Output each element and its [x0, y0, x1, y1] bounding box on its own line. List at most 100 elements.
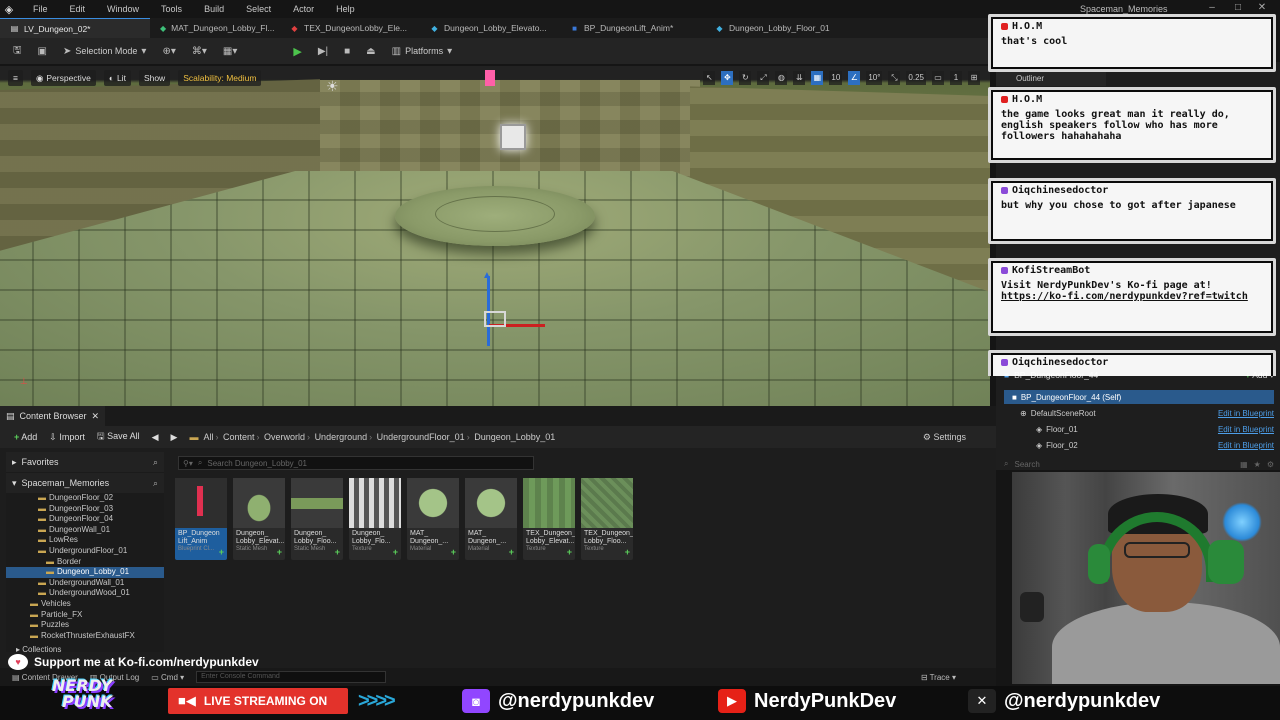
component-row-floor-01[interactable]: ◈ Floor_01 Edit in Blueprint — [1004, 422, 1274, 436]
asset-tile[interactable]: TEX_Dungeon_ Lobby_Floo... Texture + — [581, 478, 633, 560]
trace-button[interactable]: ⊟ Trace ▾ — [921, 673, 956, 682]
point-light-icon[interactable] — [500, 124, 526, 150]
save-current-button[interactable]: 🖫 — [8, 42, 27, 60]
back-button[interactable]: ◀ — [152, 432, 159, 443]
menu-select[interactable]: Select — [231, 4, 278, 14]
rotation-snap-value[interactable]: 10° — [866, 71, 883, 85]
asset-tile[interactable]: BP_Dungeon Lift_Anim Blueprint Cl... + — [175, 478, 227, 560]
tab-texture[interactable]: ◆ TEX_DungeonLobby_Ele... — [280, 18, 420, 38]
show-button[interactable]: Show — [138, 70, 171, 86]
asset-tile[interactable]: Dungeon_ Lobby_Elevat... Static Mesh + — [233, 478, 285, 560]
asset-tile[interactable]: MAT_ Dungeon_... Material + — [407, 478, 459, 560]
console-command-input[interactable]: Enter Console Command — [196, 671, 387, 683]
scale-tool-icon[interactable]: ⤢ — [757, 71, 770, 85]
breadcrumb-item[interactable]: Dungeon_Lobby_01 — [474, 432, 555, 442]
import-button[interactable]: ⇩ Import — [49, 432, 85, 443]
menu-window[interactable]: Window — [92, 4, 146, 14]
menu-actor[interactable]: Actor — [278, 4, 321, 14]
rotate-tool-icon[interactable]: ↻ — [739, 71, 752, 85]
filter-icon[interactable]: ⚲▾ — [183, 459, 193, 468]
step-button[interactable]: ▶| — [313, 42, 333, 60]
tree-folder-item[interactable]: ▬ UndergroundWood_01 — [6, 588, 164, 599]
favorites-header[interactable]: ▸ Favorites ⌕ — [6, 452, 164, 472]
kofi-link[interactable]: https://ko-fi.com/nerdypunkdev?ref=twitc… — [1001, 291, 1248, 302]
tree-folder-item[interactable]: ▬ LowRes — [6, 535, 164, 546]
close-icon[interactable]: ✕ — [1256, 2, 1268, 13]
tab-level[interactable]: ▤ LV_Dungeon_02* — [0, 18, 150, 38]
level-viewport[interactable]: ☀ ▲ ⊥ — [0, 66, 990, 406]
star-icon[interactable]: ★ — [1254, 460, 1261, 469]
tree-folder-item[interactable]: ▬ RocketThrusterExhaustFX — [6, 631, 164, 642]
unreal-logo-icon[interactable]: ◈ — [0, 0, 18, 18]
add-actor-button[interactable]: ⊕▾ — [157, 42, 180, 60]
menu-help[interactable]: Help — [321, 4, 362, 14]
tab-blueprint[interactable]: ■ BP_DungeonLift_Anim* — [560, 18, 705, 38]
maximize-viewport-icon[interactable]: ⊞ — [968, 71, 980, 85]
edit-in-blueprint-link[interactable]: Edit in Blueprint — [1218, 409, 1274, 418]
tree-folder-item[interactable]: ▬ DungeonFloor_02 — [6, 493, 164, 504]
breadcrumb-item[interactable]: Overworld — [264, 432, 305, 442]
asset-tile[interactable]: TEX_Dungeon_ Lobby_Elevat... Texture + — [523, 478, 575, 560]
tree-folder-item[interactable]: ▬ Puzzles — [6, 620, 164, 631]
platforms-dropdown[interactable]: ▥ Platforms ▾ — [387, 42, 458, 60]
tree-folder-item[interactable]: ▬ Vehicles — [6, 599, 164, 610]
gizmo-plane-handle[interactable] — [484, 311, 506, 327]
cinematics-button[interactable]: ▦▾ — [218, 42, 242, 60]
menu-tools[interactable]: Tools — [146, 4, 189, 14]
close-tab-icon[interactable]: ✕ — [92, 411, 100, 422]
play-button[interactable]: ▶ — [288, 42, 306, 60]
tree-folder-item[interactable]: ▬ DungeonWall_01 — [6, 525, 164, 536]
tree-folder-item[interactable]: ▬ Dungeon_Lobby_01 — [6, 567, 164, 578]
stop-button[interactable]: ■ — [339, 42, 355, 60]
perspective-button[interactable]: ◉ Perspective — [30, 70, 96, 86]
edit-in-blueprint-link[interactable]: Edit in Blueprint — [1218, 441, 1274, 450]
tree-folder-item[interactable]: ▬ Border — [6, 557, 164, 568]
content-button[interactable]: ▣ — [33, 42, 52, 60]
forward-button[interactable]: ▶ — [171, 432, 178, 443]
tab-material[interactable]: ◆ MAT_Dungeon_Lobby_Fl... — [150, 18, 280, 38]
scalability-warning[interactable]: Scalability: Medium — [178, 70, 262, 86]
search-icon[interactable]: ⌕ — [153, 478, 158, 489]
scale-snap-value[interactable]: 0.25 — [906, 71, 926, 85]
rotation-snap-icon[interactable]: ∠ — [848, 71, 861, 85]
translate-tool-icon[interactable]: ✥ — [721, 71, 734, 85]
tree-folder-item[interactable]: ▬ Particle_FX — [6, 610, 164, 621]
save-all-button[interactable]: 🖫 Save All — [97, 429, 140, 445]
viewport-options-button[interactable]: ≡ — [8, 70, 23, 86]
gear-icon[interactable]: ⚙ — [1267, 460, 1274, 469]
menu-build[interactable]: Build — [189, 4, 231, 14]
add-button[interactable]: + Add — [14, 432, 37, 442]
minimize-icon[interactable]: – — [1206, 2, 1218, 13]
component-row-floor-02[interactable]: ◈ Floor_02 Edit in Blueprint — [1004, 438, 1274, 452]
component-row-self[interactable]: ■ BP_DungeonFloor_44 (Self) — [1004, 390, 1274, 404]
details-search-field[interactable]: ⌕ Search ▦ ★ ⚙ — [1004, 458, 1274, 470]
grid-view-icon[interactable]: ▦ — [1240, 460, 1248, 469]
menu-edit[interactable]: Edit — [55, 4, 93, 14]
grid-snap-icon[interactable]: ▦ — [811, 71, 824, 85]
tree-folder-item[interactable]: ▬ UndergroundFloor_01 — [6, 546, 164, 557]
breadcrumb-item[interactable]: Content — [223, 432, 255, 442]
scale-snap-icon[interactable]: ⤡ — [888, 71, 901, 85]
breadcrumb-item[interactable]: Underground — [315, 432, 368, 442]
asset-tile[interactable]: Dungeon_ Lobby_Floo... Static Mesh + — [291, 478, 343, 560]
breadcrumb-item[interactable]: UndergroundFloor_01 — [377, 432, 465, 442]
lit-button[interactable]: ◐ Lit — [103, 70, 131, 86]
asset-tile[interactable]: Dungeon_ Lobby_Flo... Texture + — [349, 478, 401, 560]
surface-snap-icon[interactable]: ⇊ — [793, 71, 806, 85]
camera-speed-icon[interactable]: ▭ — [932, 71, 944, 85]
tree-folder-item[interactable]: ▬ DungeonFloor_04 — [6, 514, 164, 525]
blueprints-button[interactable]: ⌘▾ — [187, 42, 212, 60]
edit-in-blueprint-link[interactable]: Edit in Blueprint — [1218, 425, 1274, 434]
camera-speed-value[interactable]: 1 — [950, 71, 962, 85]
selection-mode-dropdown[interactable]: ➤ Selection Mode ▾ — [58, 42, 151, 60]
select-tool-icon[interactable]: ↖ — [703, 71, 716, 85]
cmd-dropdown[interactable]: ▭ Cmd ▾ — [151, 673, 184, 682]
project-header[interactable]: ▾ Spaceman_Memories ⌕ — [6, 473, 164, 493]
content-browser-tab[interactable]: ▤ Content Browser ✕ — [0, 406, 106, 426]
tree-folder-item[interactable]: ▬ DungeonFloor_03 — [6, 504, 164, 515]
tab-floor-mesh[interactable]: ◆ Dungeon_Lobby_Floor_01 — [705, 18, 855, 38]
settings-button[interactable]: ⚙ Settings — [923, 432, 966, 443]
grid-size-value[interactable]: 10 — [829, 71, 843, 85]
asset-search-field[interactable]: ⚲▾ ⌕ Search Dungeon_Lobby_01 — [178, 456, 534, 470]
search-icon[interactable]: ⌕ — [153, 457, 158, 468]
